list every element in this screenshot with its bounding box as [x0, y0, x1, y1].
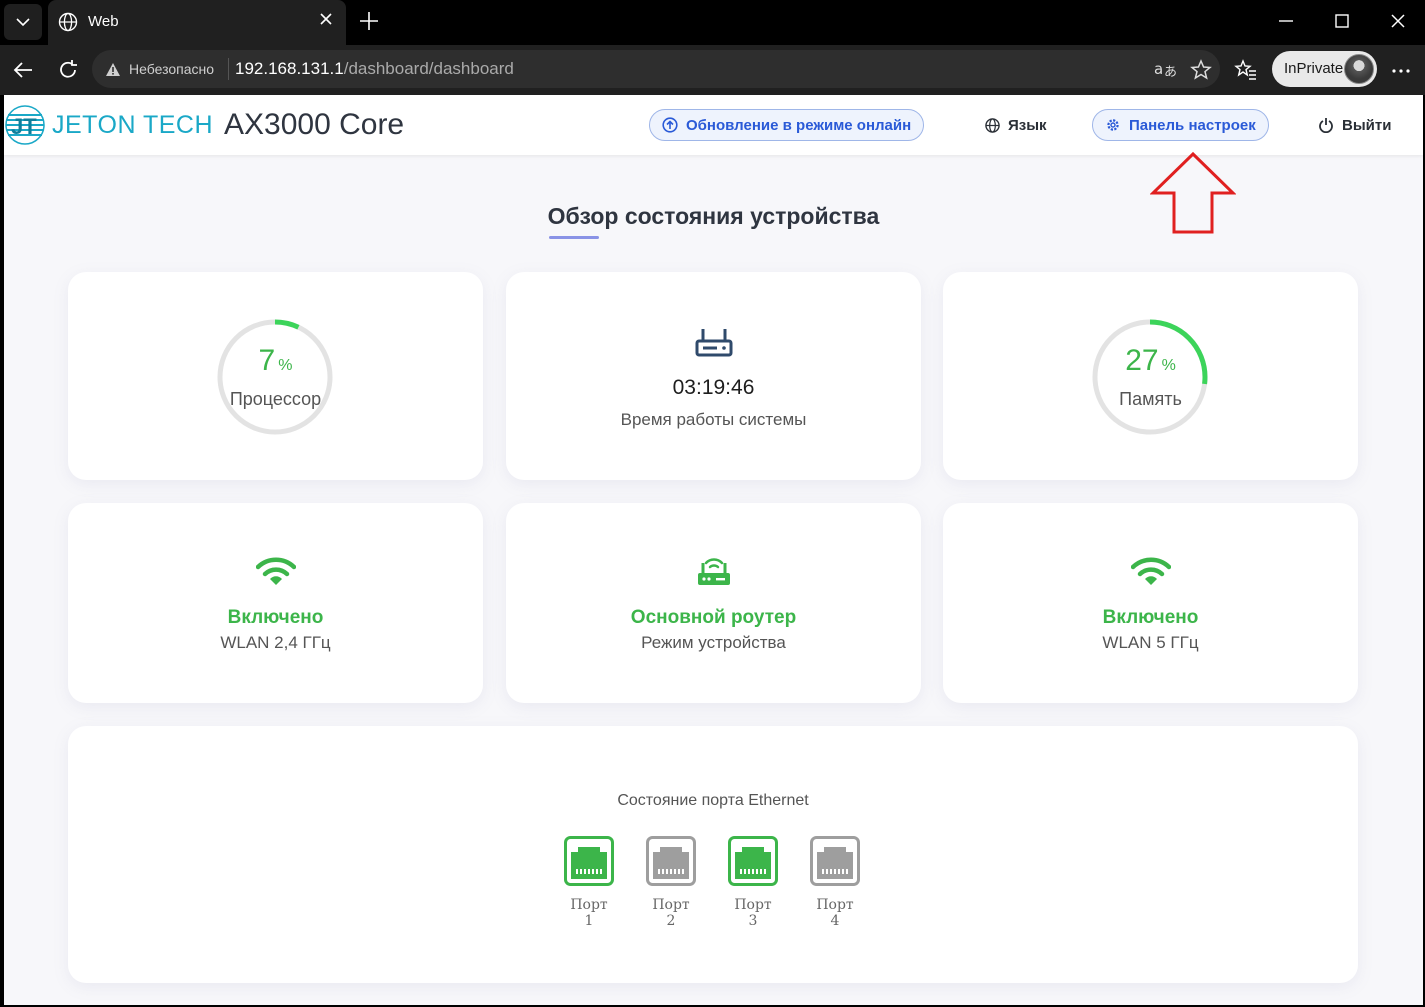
- memory-value: 27%: [1125, 344, 1176, 377]
- language-button[interactable]: Язык: [985, 109, 1047, 141]
- online-update-button[interactable]: Обновление в режиме онлайн: [649, 109, 925, 141]
- minimize-icon[interactable]: [1278, 11, 1294, 31]
- app-header: JT JETON TECH AX3000 Core Обновление в р…: [4, 95, 1423, 155]
- ethernet-title: Состояние порта Ethernet: [617, 792, 809, 809]
- jeton-logo-icon: JT: [5, 105, 45, 145]
- globe-icon: [58, 12, 78, 32]
- window-close-icon[interactable]: [1390, 11, 1406, 31]
- ethernet-port-icon: [564, 836, 614, 886]
- wifi-icon: [1130, 557, 1171, 585]
- tab-actions-button[interactable]: [4, 4, 42, 40]
- wlan24-status: Включено: [227, 607, 324, 628]
- uptime-value: 03:19:46: [672, 376, 755, 399]
- url-text[interactable]: 192.168.131.1/dashboard/dashboard: [235, 59, 514, 79]
- cpu-label: Процессор: [229, 389, 322, 409]
- power-icon: [1319, 118, 1333, 133]
- brand-name: JETON TECH: [52, 111, 214, 139]
- back-icon[interactable]: [11, 58, 35, 82]
- ethernet-port: Порт 1: [564, 836, 614, 929]
- ethernet-port-icon: [810, 836, 860, 886]
- gear-icon: [1107, 119, 1119, 131]
- wlan5-card: Включено WLAN 5 ГГц: [943, 503, 1358, 703]
- new-tab-icon[interactable]: [357, 9, 381, 33]
- svg-text:a: a: [1154, 60, 1163, 78]
- page-viewport: JT JETON TECH AX3000 Core Обновление в р…: [4, 95, 1423, 1005]
- wifi-icon-wrap: [943, 557, 1358, 587]
- title-underline: [549, 236, 599, 239]
- refresh-icon[interactable]: [57, 58, 79, 82]
- wlan5-label: WLAN 5 ГГц: [1102, 633, 1199, 652]
- device-mode-status: Основной роутер: [630, 607, 797, 628]
- address-bar[interactable]: Небезопасно 192.168.131.1/dashboard/dash…: [92, 50, 1220, 88]
- favorites-icon[interactable]: [1234, 58, 1258, 82]
- svg-text:JT: JT: [11, 114, 37, 139]
- ethernet-port-icon: [728, 836, 778, 886]
- inprivate-label: InPrivate: [1284, 60, 1344, 77]
- logout-button[interactable]: Выйти: [1318, 109, 1391, 141]
- upload-circle-icon: [662, 117, 678, 133]
- ethernet-port: Порт 2: [646, 836, 696, 929]
- ethernet-port-label: Порт 3: [734, 897, 772, 929]
- wlan24-label: WLAN 2,4 ГГц: [220, 633, 331, 652]
- avatar: [1344, 54, 1374, 84]
- router-icon: [695, 329, 732, 357]
- ethernet-ports: Порт 1 Порт 2 Порт 3 Порт 4: [564, 836, 860, 929]
- uptime-card: 03:19:46 Время работы системы: [506, 272, 921, 480]
- ethernet-port: Порт 4: [810, 836, 860, 929]
- wifi-icon-wrap: [68, 557, 483, 587]
- svg-text:あ: あ: [1164, 65, 1177, 79]
- wlan24-card: Включено WLAN 2,4 ГГц: [68, 503, 483, 703]
- more-options-icon[interactable]: [1392, 68, 1410, 74]
- chevron-down-icon: [16, 18, 30, 27]
- page-title: Обзор состояния устройства: [547, 203, 880, 229]
- ethernet-port-label: Порт 4: [816, 897, 854, 929]
- browser-tab-bar: Web: [0, 0, 1425, 45]
- globe-icon: [985, 117, 1000, 133]
- wlan5-status: Включено: [1102, 607, 1199, 628]
- settings-panel-button[interactable]: Панель настроек: [1092, 109, 1269, 141]
- warning-icon: [106, 63, 120, 76]
- router-icon-wrap: [506, 327, 921, 359]
- cpu-value: 7%: [258, 344, 293, 377]
- ethernet-port-label: Порт 1: [570, 897, 608, 929]
- maximize-icon[interactable]: [1334, 11, 1350, 31]
- ethernet-port-label: Порт 2: [652, 897, 690, 929]
- close-icon[interactable]: [318, 11, 334, 27]
- inprivate-profile-button[interactable]: InPrivate: [1272, 51, 1377, 87]
- uptime-label: Время работы системы: [620, 410, 807, 429]
- model-name: AX3000 Core: [224, 108, 405, 141]
- ethernet-card: Состояние порта Ethernet Порт 1 Порт 2 П…: [68, 726, 1358, 983]
- wifi-icon: [255, 557, 296, 585]
- cpu-card: 7% Процессор: [68, 272, 483, 480]
- favorite-star-icon[interactable]: [1190, 59, 1212, 81]
- wifi-router-icon-wrap: [506, 555, 921, 587]
- translate-icon[interactable]: aあ: [1154, 59, 1178, 79]
- tab-title: Web: [88, 13, 119, 30]
- wifi-router-icon: [697, 558, 730, 585]
- device-mode-card: Основной роутер Режим устройства: [506, 503, 921, 703]
- device-mode-label: Режим устройства: [641, 633, 786, 652]
- memory-label: Память: [1119, 389, 1182, 409]
- browser-tab[interactable]: Web: [48, 0, 346, 45]
- ethernet-port: Порт 3: [728, 836, 778, 929]
- insecure-label: Небезопасно: [129, 61, 215, 77]
- memory-card: 27% Память: [943, 272, 1358, 480]
- browser-toolbar: Небезопасно 192.168.131.1/dashboard/dash…: [0, 45, 1425, 95]
- address-separator: [228, 58, 229, 80]
- ethernet-port-icon: [646, 836, 696, 886]
